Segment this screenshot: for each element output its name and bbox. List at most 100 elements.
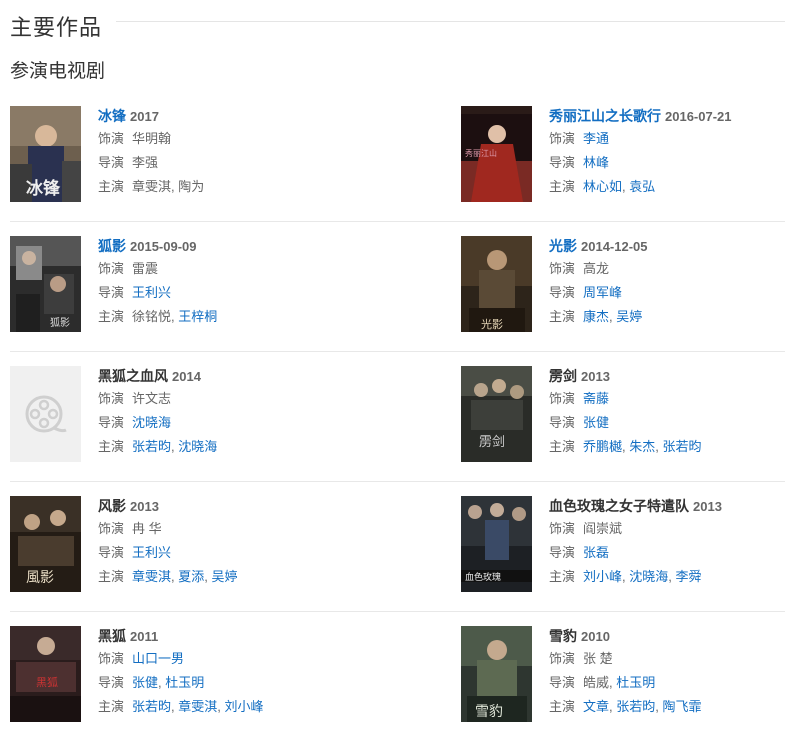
cast-line-name[interactable]: 康杰	[583, 309, 609, 324]
cast-line-name[interactable]: 刘小峰	[583, 569, 622, 584]
cast-line-name[interactable]: 李舜	[676, 569, 702, 584]
work-item: 冰锋 冰锋 2017 饰演 华明翰 导演 李强 主演 章雯淇, 陶为	[10, 106, 370, 206]
cast-line-name[interactable]: 王梓桐	[178, 309, 217, 324]
director-line-name[interactable]: 张磊	[583, 545, 609, 560]
role-line-label: 饰演	[549, 651, 576, 666]
work-item: 秀丽江山 秀丽江山之长歌行 2016-07-21 饰演 李通 导演 林峰 主演 林心如, 袁弘	[461, 106, 785, 206]
work-title[interactable]: 光影	[549, 238, 577, 254]
cast-line-name[interactable]: 章雯淇	[178, 699, 217, 714]
cast-line-name[interactable]: 刘小峰	[225, 699, 264, 714]
cast-line-name[interactable]: 乔鹏樾	[583, 439, 622, 454]
role-line-value[interactable]: 斋藤	[583, 391, 609, 406]
svg-text:秀丽江山: 秀丽江山	[465, 148, 497, 158]
role-line: 饰演 高龙	[549, 257, 785, 281]
cast-line-name[interactable]: 张若昀	[616, 699, 655, 714]
work-info: 黑狐 2011 饰演 山口一男 导演 张健, 杜玉明 主演 张若昀, 章雯淇, 刘小峰	[98, 626, 378, 719]
cast-line-label: 主演	[98, 179, 125, 194]
cast-line: 主演 文章, 张若昀, 陶飞霏	[549, 695, 785, 719]
cast-line-name[interactable]: 夏添	[178, 569, 204, 584]
cast-line-name[interactable]: 朱杰	[629, 439, 655, 454]
work-poster[interactable]: 冰锋	[10, 106, 81, 202]
role-line-value: 阎崇斌	[583, 521, 623, 536]
cast-line-name[interactable]: 文章	[583, 699, 609, 714]
work-title-line: 风影 2013	[98, 496, 378, 517]
work-year: 2016-07-21	[665, 109, 732, 124]
cast-line: 主演 张若昀, 沈晓海	[98, 435, 378, 459]
role-line-label: 饰演	[98, 391, 125, 406]
director-line-label: 导演	[98, 285, 125, 300]
role-line-label: 饰演	[549, 131, 576, 146]
works-row: 黑狐之血风 2014 饰演 许文志 导演 沈晓海 主演 张若昀, 沈晓海 雳剑 雳剑 2013 饰演斋…	[10, 352, 785, 482]
work-poster[interactable]: 風影	[10, 496, 81, 592]
cast-line-name[interactable]: 陶飞霏	[663, 699, 702, 714]
work-poster[interactable]: 雪豹	[461, 626, 532, 722]
cast-line-name[interactable]: 章雯淇	[132, 569, 171, 584]
cast-line-name[interactable]: 沈晓海	[178, 439, 217, 454]
work-poster[interactable]: 狐影	[10, 236, 81, 332]
role-line: 饰演 阎崇斌	[549, 517, 785, 541]
work-title: 风影	[98, 498, 126, 514]
works-row: 風影 风影 2013 饰演冉 华导演 王利兴 主演 章雯淇, 夏添, 吴婷 血色玫瑰 血色玫瑰之…	[10, 482, 785, 612]
director-line: 导演 张磊	[549, 541, 785, 565]
role-line: 饰演 华明翰	[98, 127, 378, 151]
work-poster[interactable]: 秀丽江山	[461, 106, 532, 202]
director-line-name: 皓威	[583, 675, 610, 690]
work-year: 2015-09-09	[130, 239, 197, 254]
work-title-line: 秀丽江山之长歌行 2016-07-21	[549, 106, 785, 127]
cast-line-label: 主演	[549, 569, 576, 584]
work-title[interactable]: 冰锋	[98, 108, 126, 124]
cast-line: 主演 康杰, 吴婷	[549, 305, 785, 329]
director-line-name[interactable]: 王利兴	[132, 285, 171, 300]
cast-line: 主演 张若昀, 章雯淇, 刘小峰	[98, 695, 378, 719]
role-line-value[interactable]: 山口一男	[132, 651, 184, 666]
work-poster[interactable]	[10, 366, 81, 462]
cast-line-name[interactable]: 吴婷	[616, 309, 642, 324]
section-divider	[116, 21, 785, 22]
cast-line-label: 主演	[98, 569, 125, 584]
role-line-label: 饰演	[549, 521, 576, 536]
director-line: 导演 周军峰	[549, 281, 785, 305]
director-line-label: 导演	[549, 155, 576, 170]
director-line-name[interactable]: 沈晓海	[132, 415, 171, 430]
director-line-name[interactable]: 张健	[132, 675, 158, 690]
cast-line-name[interactable]: 张若昀	[663, 439, 702, 454]
cast-line-name: 章雯淇	[132, 179, 172, 194]
director-line-name[interactable]: 林峰	[583, 155, 609, 170]
work-title-line: 光影 2014-12-05	[549, 236, 785, 257]
work-title-line: 血色玫瑰之女子特遣队 2013	[549, 496, 785, 517]
work-poster[interactable]: 血色玫瑰	[461, 496, 532, 592]
cast-line-name[interactable]: 沈晓海	[629, 569, 668, 584]
director-line-name[interactable]: 杜玉明	[616, 675, 655, 690]
director-line-name[interactable]: 周军峰	[583, 285, 622, 300]
work-title[interactable]: 秀丽江山之长歌行	[549, 108, 661, 124]
poster-image: 風影	[10, 496, 81, 592]
director-line: 导演 林峰	[549, 151, 785, 175]
cast-line-label: 主演	[549, 309, 576, 324]
poster-image: 雪豹	[461, 626, 532, 722]
role-line-label: 饰演	[549, 391, 576, 406]
director-line-name[interactable]: 杜玉明	[165, 675, 204, 690]
cast-line-name[interactable]: 袁弘	[629, 179, 655, 194]
cast-line: 主演 章雯淇, 夏添, 吴婷	[98, 565, 378, 589]
cast-line-label: 主演	[98, 309, 125, 324]
work-item: 光影 光影 2014-12-05 饰演 高龙 导演 周军峰 主演 康杰, 吴婷	[461, 236, 785, 336]
svg-text:光影: 光影	[481, 317, 503, 331]
cast-line-name[interactable]: 吴婷	[212, 569, 238, 584]
work-title[interactable]: 狐影	[98, 238, 126, 254]
director-line-name[interactable]: 王利兴	[132, 545, 171, 560]
work-poster[interactable]: 光影	[461, 236, 532, 332]
director-line-label: 导演	[98, 155, 125, 170]
cast-line-name[interactable]: 张若昀	[132, 439, 171, 454]
svg-text:雪豹: 雪豹	[475, 704, 503, 720]
work-poster[interactable]: 黑狐	[10, 626, 81, 722]
role-line: 饰演 许文志	[98, 387, 378, 411]
cast-line: 主演 章雯淇, 陶为	[98, 175, 378, 199]
cast-line-name[interactable]: 张若昀	[132, 699, 171, 714]
works-row: 黑狐 黑狐 2011 饰演 山口一男 导演 张健, 杜玉明 主演 张若昀, 章雯淇, 刘小峰 雪豹…	[10, 612, 785, 741]
role-line-value[interactable]: 李通	[583, 131, 609, 146]
work-poster[interactable]: 雳剑	[461, 366, 532, 462]
poster-image: 秀丽江山	[461, 106, 532, 202]
director-line-name[interactable]: 张健	[583, 415, 609, 430]
name-separator: ,	[217, 699, 225, 714]
cast-line-name[interactable]: 林心如	[583, 179, 622, 194]
